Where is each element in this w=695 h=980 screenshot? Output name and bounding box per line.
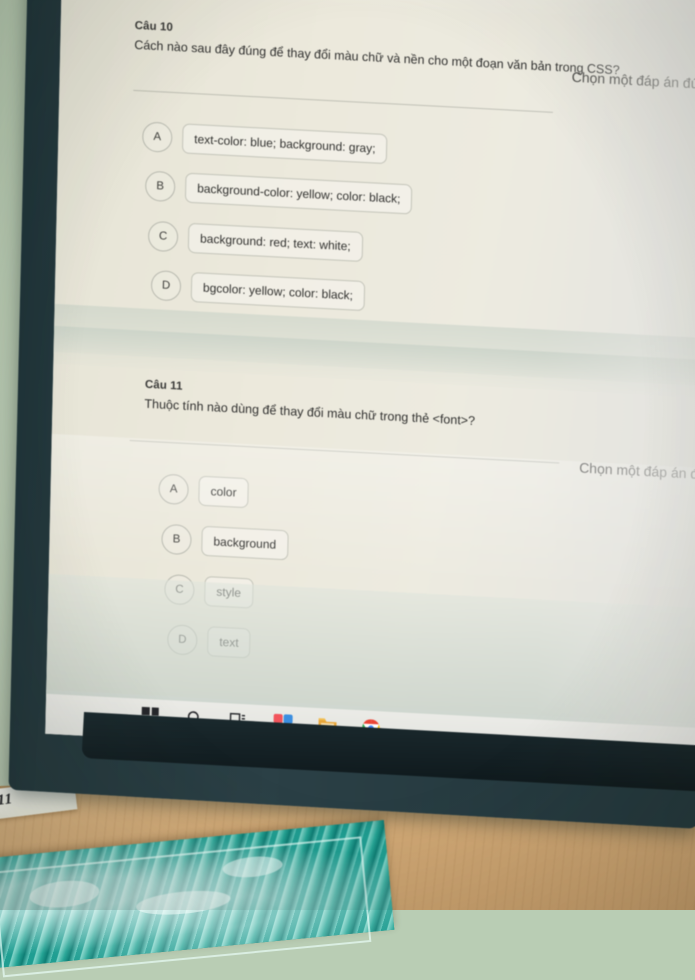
option-text-box: text-color: blue; background: gray; [182,123,388,164]
option-text-box: style [204,576,253,609]
option-letter-circle: D [151,270,182,302]
browser-page: Câu 10 Cách nào sau đây đúng để thay đổi… [45,0,695,770]
option-10-c[interactable]: C background: red; text: white; [148,221,363,262]
question-10-divider [133,90,553,113]
option-11-c[interactable]: C style [164,574,253,609]
laptop: Câu 10 Cách nào sau đây đúng để thay đổi… [28,0,695,800]
question-block-11: Câu 11 Thuộc tính nào dùng để thay đổi m… [144,379,695,450]
option-11-d[interactable]: D text [167,624,251,658]
laptop-display: Câu 10 Cách nào sau đây đúng để thay đổi… [45,0,695,770]
option-letter-circle: C [148,221,179,253]
option-text-box: text [207,626,251,658]
option-11-a[interactable]: A color [158,474,249,509]
option-letter-circle: D [167,624,198,656]
option-text-box: color [198,476,249,509]
question-11-divider [130,440,560,464]
option-text-box: bgcolor: yellow; color: black; [191,272,366,311]
option-letter-circle: C [164,574,195,606]
quiz-content: Câu 10 Cách nào sau đây đúng để thay đổi… [45,0,695,770]
option-letter-circle: A [142,121,173,153]
option-letter-circle: B [145,171,176,203]
choose-answer-label-11: Chọn một đáp án đ [579,460,695,482]
option-text-box: background-color: yellow; color: black; [185,173,413,215]
option-10-d[interactable]: D bgcolor: yellow; color: black; [151,270,366,311]
option-letter-circle: B [161,524,192,556]
option-letter-circle: A [158,474,189,506]
option-10-a[interactable]: A text-color: blue; background: gray; [142,121,388,164]
option-text-box: background: red; text: white; [188,223,363,262]
option-10-b[interactable]: B background-color: yellow; color: black… [145,171,413,215]
option-text-box: background [201,526,288,561]
option-11-b[interactable]: B background [161,524,288,561]
